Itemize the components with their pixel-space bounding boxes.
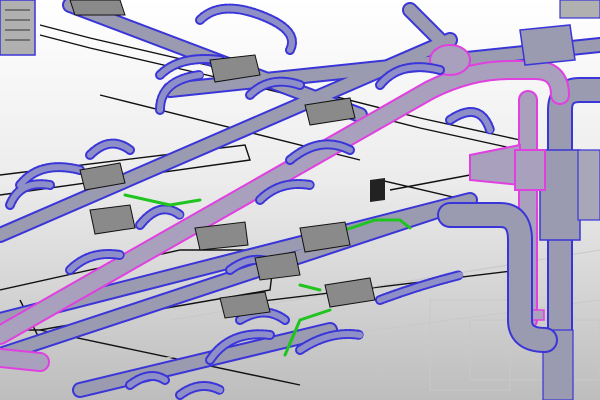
3d-model-viewport[interactable]: [0, 0, 600, 400]
vav-box[interactable]: [69, 0, 126, 16]
vav-box[interactable]: [89, 204, 136, 235]
vertical-risers[interactable]: [539, 77, 600, 400]
vav-box[interactable]: [324, 277, 376, 308]
return-riser[interactable]: [437, 202, 558, 353]
fire-damper[interactable]: [370, 178, 385, 202]
reducer-fitting[interactable]: [469, 143, 521, 187]
tee-fitting[interactable]: [514, 149, 546, 191]
model-canvas[interactable]: [0, 0, 600, 400]
riser-damper: [577, 149, 600, 221]
air-handler-plenum[interactable]: [519, 24, 576, 66]
